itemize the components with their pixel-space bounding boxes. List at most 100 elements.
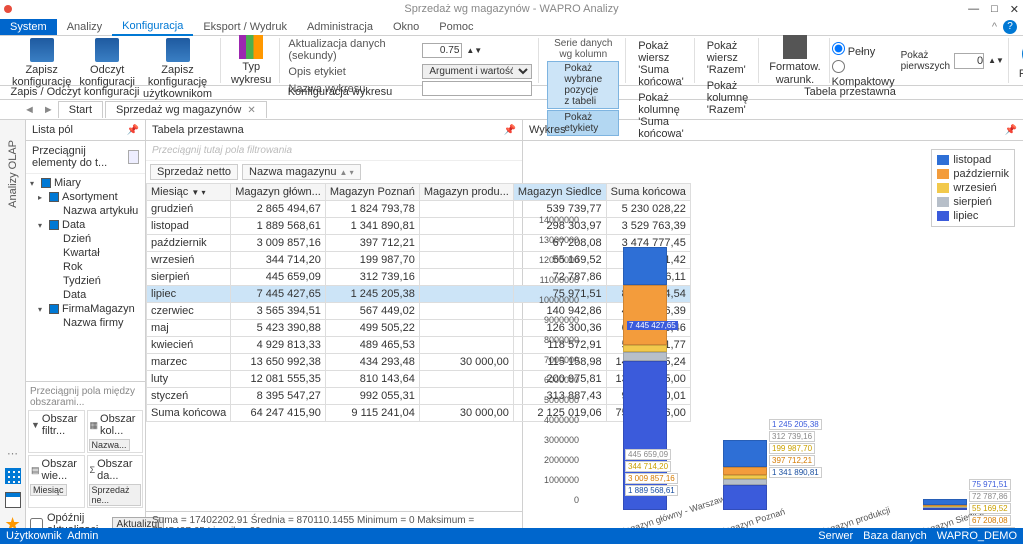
pivot-cell[interactable]: 12 081 555,35: [231, 371, 326, 388]
pivot-cell[interactable]: 3 565 394,51: [231, 303, 326, 320]
tree-node[interactable]: Nazwa artykułu: [26, 204, 145, 218]
radio-compact[interactable]: Kompaktowy: [832, 60, 895, 88]
collapse-ribbon-icon[interactable]: ^: [992, 21, 997, 33]
pivot-cell[interactable]: 567 449,02: [325, 303, 419, 320]
pivot-col-header[interactable]: Magazyn Poznań: [325, 184, 419, 201]
close-icon[interactable]: ✕: [1010, 3, 1019, 16]
pivot-cell[interactable]: 3 009 857,16: [231, 235, 326, 252]
pivot-cell[interactable]: 9 115 241,04: [325, 405, 419, 422]
pivot-row-label[interactable]: Suma końcowa: [147, 405, 231, 422]
pivot-cell[interactable]: 489 465,53: [325, 337, 419, 354]
pivot-cell[interactable]: [419, 320, 513, 337]
area-cols-chip[interactable]: Nazwa...: [89, 439, 130, 451]
system-menu[interactable]: System: [0, 19, 57, 35]
area-filter[interactable]: ▼ Obszar filtr...: [30, 412, 83, 438]
read-config-button[interactable]: Odczyt konfiguracji: [75, 38, 139, 88]
pivot-col-header[interactable]: Magazyn główn...: [231, 184, 326, 201]
show-row-total[interactable]: Pokaż wiersz 'Razem': [707, 40, 749, 76]
tab-prev-icon[interactable]: ◄: [20, 104, 39, 116]
pivot-cell[interactable]: 499 505,22: [325, 320, 419, 337]
sidebar-grid-icon[interactable]: [5, 468, 21, 484]
label-desc-select[interactable]: Argument i wartość: [422, 64, 532, 79]
help-button[interactable]: ?Pomoc: [1015, 40, 1023, 80]
pin-icon[interactable]: 📌: [127, 125, 139, 136]
pivot-filter-hint[interactable]: Przeciągnij tutaj pola filtrowania: [146, 141, 522, 161]
pivot-row-label[interactable]: sierpień: [147, 269, 231, 286]
pivot-cell[interactable]: 1 341 890,81: [325, 218, 419, 235]
pivot-row-label[interactable]: czerwiec: [147, 303, 231, 320]
fields-layout-icon[interactable]: [128, 150, 139, 164]
pivot-cell[interactable]: 810 143,64: [325, 371, 419, 388]
cond-format-button[interactable]: Formatow. warunk.: [765, 35, 824, 85]
pivot-cell[interactable]: 8 395 547,27: [231, 388, 326, 405]
pivot-cell[interactable]: 344 714,20: [231, 252, 326, 269]
pivot-measure-chip[interactable]: Sprzedaż netto: [150, 164, 238, 180]
radio-full[interactable]: Pełny: [832, 42, 895, 58]
maximize-icon[interactable]: □: [991, 3, 998, 16]
pivot-rowfield[interactable]: Miesiąc ▼ ▾: [147, 184, 231, 201]
pivot-cell[interactable]: [419, 388, 513, 405]
pivot-cell[interactable]: [419, 201, 513, 218]
pivot-row-label[interactable]: luty: [147, 371, 231, 388]
tree-node[interactable]: ▾Data: [26, 218, 145, 232]
pivot-cell[interactable]: 992 055,31: [325, 388, 419, 405]
pivot-cell[interactable]: [419, 252, 513, 269]
pivot-cell[interactable]: [419, 235, 513, 252]
pivot-row-label[interactable]: październik: [147, 235, 231, 252]
chart-type-button[interactable]: Typ wykresu: [227, 35, 275, 85]
pivot-cell[interactable]: 30 000,00: [419, 354, 513, 371]
pivot-cell[interactable]: 64 247 415,90: [231, 405, 326, 422]
area-rows-chip[interactable]: Miesiąc: [30, 484, 67, 496]
pivot-cell[interactable]: 4 929 813,33: [231, 337, 326, 354]
tree-node[interactable]: Data: [26, 288, 145, 302]
pivot-row-label[interactable]: listopad: [147, 218, 231, 235]
tree-node[interactable]: ▾Miary: [26, 176, 145, 190]
menu-administracja[interactable]: Administracja: [297, 19, 383, 35]
area-data-chip[interactable]: Sprzedaż ne...: [89, 484, 142, 506]
update-seconds-input[interactable]: [422, 43, 462, 58]
menu-okno[interactable]: Okno: [383, 19, 429, 35]
tree-node[interactable]: Kwartał: [26, 246, 145, 260]
area-cols[interactable]: ▦ Obszar kol...: [89, 412, 142, 438]
pivot-cell[interactable]: 445 659,09: [231, 269, 326, 286]
area-data[interactable]: Σ Obszar da...: [89, 457, 142, 483]
pivot-pin-icon[interactable]: 📌: [504, 125, 516, 136]
pivot-cell[interactable]: 7 445 427,65: [231, 286, 326, 303]
sidebar-table-icon[interactable]: [5, 492, 21, 508]
pivot-cell[interactable]: 397 712,21: [325, 235, 419, 252]
pivot-cell[interactable]: 434 293,48: [325, 354, 419, 371]
show-row-sum[interactable]: Pokaż wiersz 'Suma końcowa': [638, 40, 684, 88]
tree-node[interactable]: Nazwa firmy: [26, 316, 145, 330]
chart-pin-icon[interactable]: 📌: [1005, 125, 1017, 136]
sidebar-dots-icon[interactable]: ⋯: [7, 447, 18, 460]
pivot-cell[interactable]: 2 865 494,67: [231, 201, 326, 218]
show-first-input[interactable]: [954, 53, 984, 69]
pivot-cell[interactable]: [419, 303, 513, 320]
sidebar-olap-label[interactable]: Analizy OLAP: [7, 140, 19, 208]
save-config-button[interactable]: Zapisz konfigurację: [8, 38, 75, 88]
pivot-cell[interactable]: [419, 218, 513, 235]
menu-analizy[interactable]: Analizy: [57, 19, 112, 35]
show-selected-button[interactable]: Pokaż wybrane pozycje z tabeli: [547, 61, 619, 109]
pivot-row-label[interactable]: styczeń: [147, 388, 231, 405]
tab-document[interactable]: Sprzedaż wg magazynów✕: [105, 101, 267, 118]
pivot-cell[interactable]: 1 889 568,61: [231, 218, 326, 235]
pivot-cell[interactable]: [419, 286, 513, 303]
pivot-cell[interactable]: 30 000,00: [419, 405, 513, 422]
pivot-row-label[interactable]: marzec: [147, 354, 231, 371]
pivot-cell[interactable]: [419, 337, 513, 354]
tree-node[interactable]: Tydzień: [26, 274, 145, 288]
pivot-colfield-chip[interactable]: Nazwa magazynu ▲ ▾: [242, 164, 361, 180]
pivot-cell[interactable]: [419, 371, 513, 388]
pivot-col-header[interactable]: Magazyn produ...: [419, 184, 513, 201]
pivot-row-label[interactable]: kwiecień: [147, 337, 231, 354]
pivot-cell[interactable]: 312 739,16: [325, 269, 419, 286]
pivot-cell[interactable]: 13 650 992,38: [231, 354, 326, 371]
tab-next-icon[interactable]: ►: [39, 104, 58, 116]
menu-eksport[interactable]: Eksport / Wydruk: [193, 19, 297, 35]
pivot-row-label[interactable]: grudzień: [147, 201, 231, 218]
tree-node[interactable]: ▸Asortyment: [26, 190, 145, 204]
help-icon[interactable]: ?: [1003, 20, 1017, 34]
area-rows[interactable]: ▤ Obszar wie...: [30, 457, 83, 483]
pivot-row-label[interactable]: lipiec: [147, 286, 231, 303]
